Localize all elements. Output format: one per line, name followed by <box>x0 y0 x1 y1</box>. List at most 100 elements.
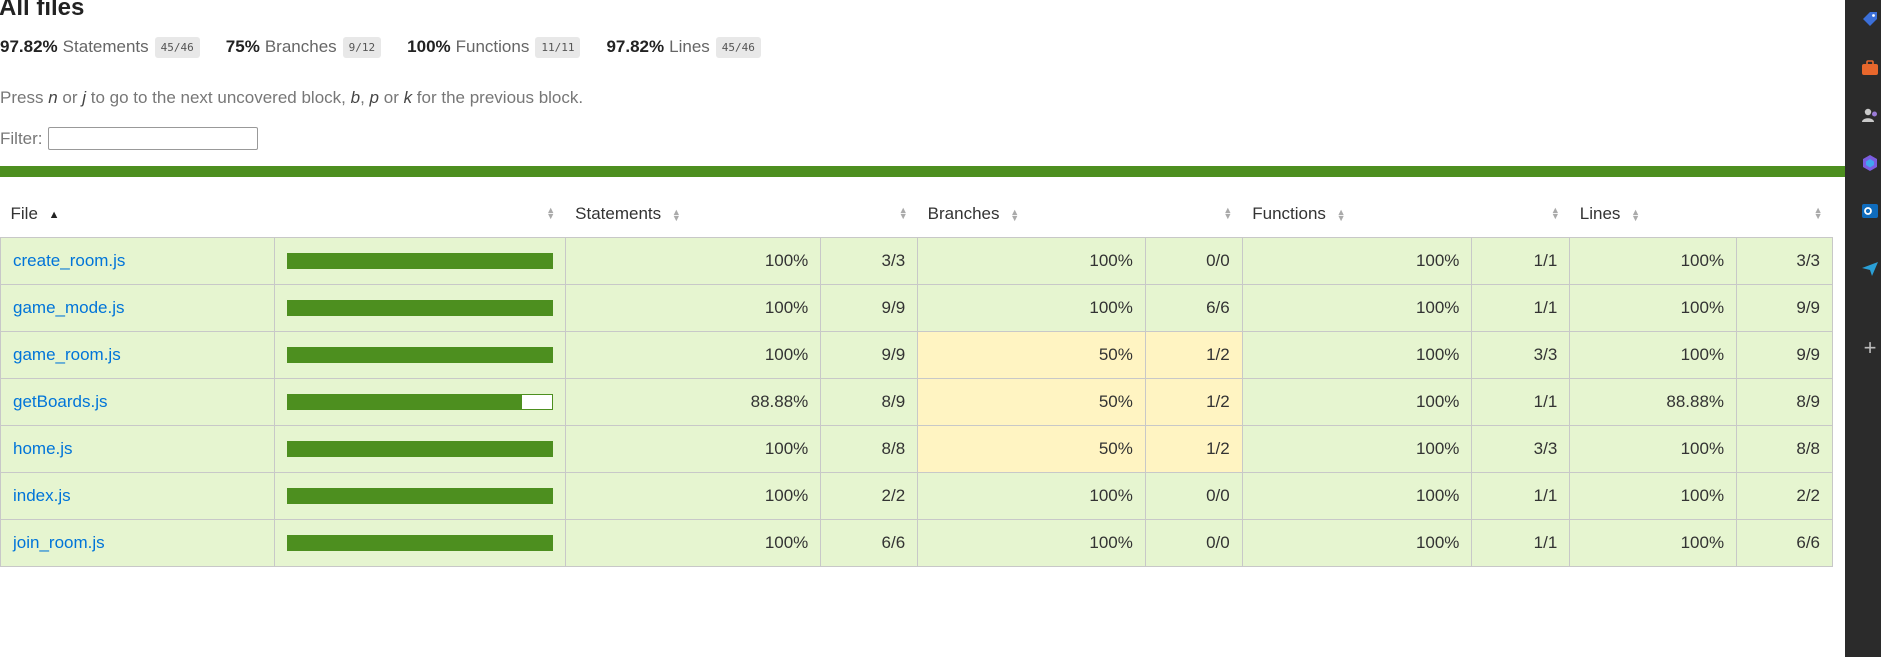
header-branches-frac[interactable]: ▲ ▼ <box>1145 191 1243 238</box>
branches-pct: 100% <box>917 519 1146 567</box>
file-link[interactable]: join_room.js <box>13 533 105 552</box>
statements-pct: 100% <box>564 519 822 567</box>
filter-label: Filter: <box>0 128 43 148</box>
file-cell: join_room.js <box>0 519 275 567</box>
statements-pct: 100% <box>564 425 822 473</box>
summary-fraction: 9/12 <box>342 36 382 58</box>
file-link[interactable]: getBoards.js <box>13 392 108 411</box>
statements-fraction: 9/9 <box>820 331 919 379</box>
branches-fraction: 6/6 <box>1144 284 1243 332</box>
lines-pct: 100% <box>1569 331 1738 379</box>
functions-pct: 100% <box>1241 284 1473 332</box>
table-row: game_mode.js 100% 9/9 100% 6/6 100% 1/1 100% 9/9 <box>0 284 1833 332</box>
hint-key: n <box>48 88 58 107</box>
summary-statements: 97.82% Statements 45/46 <box>0 36 200 58</box>
sort-icon: ▲ ▼ <box>546 205 556 221</box>
header-label: Functions <box>1252 204 1326 223</box>
branches-pct: 100% <box>917 284 1146 332</box>
functions-fraction: 3/3 <box>1471 331 1571 379</box>
sort-icon: ▲ ▼ <box>671 206 681 223</box>
coverage-bar <box>286 441 553 457</box>
file-cell: home.js <box>0 425 275 473</box>
copilot-icon[interactable] <box>1859 152 1881 174</box>
statements-pct: 88.88% <box>564 378 822 426</box>
hint-text: or <box>57 88 83 107</box>
file-link[interactable]: game_mode.js <box>13 298 125 317</box>
file-link[interactable]: game_room.js <box>13 345 121 364</box>
file-cell: create_room.js <box>0 237 275 285</box>
branches-fraction: 0/0 <box>1144 472 1243 520</box>
summary-pct: 75% <box>225 37 260 56</box>
sort-asc-icon: ▲ <box>48 208 60 221</box>
functions-fraction: 1/1 <box>1471 237 1571 285</box>
functions-pct: 100% <box>1241 237 1473 285</box>
lines-pct: 100% <box>1569 425 1738 473</box>
outlook-icon[interactable] <box>1859 200 1881 222</box>
header-file-bar[interactable]: ▲ ▼ <box>274 191 566 238</box>
branches-fraction: 1/2 <box>1144 331 1243 379</box>
branches-pct: 50% <box>917 378 1146 426</box>
sort-icon: ▲ ▼ <box>1550 205 1560 221</box>
header-label: Lines <box>1579 204 1621 223</box>
coverage-bar-fill <box>287 348 552 362</box>
file-cell: game_room.js <box>0 331 275 379</box>
functions-pct: 100% <box>1241 425 1473 473</box>
branches-pct: 50% <box>917 331 1146 379</box>
filter-input[interactable] <box>47 127 258 150</box>
coverage-report: All files 97.82% Statements 45/46 75% Br… <box>0 0 1845 657</box>
summary-pct: 97.82% <box>606 37 665 56</box>
hint-key: p <box>369 88 380 107</box>
file-link[interactable]: home.js <box>13 439 73 458</box>
coverage-bar-fill <box>287 536 552 550</box>
functions-pct: 100% <box>1241 472 1473 520</box>
lines-pct: 100% <box>1569 237 1738 285</box>
summary-label: Lines <box>669 37 710 56</box>
coverage-status-bar <box>0 166 1845 177</box>
lines-fraction: 3/3 <box>1736 237 1833 285</box>
lines-fraction: 6/6 <box>1736 519 1833 567</box>
table-row: join_room.js 100% 6/6 100% 0/0 100% 1/1 100% 6/6 <box>0 519 1833 567</box>
lines-pct: 88.88% <box>1569 378 1738 426</box>
header-label: File <box>10 204 38 223</box>
header-lines[interactable]: Lines ▲ ▼ <box>1569 191 1737 238</box>
lines-fraction: 9/9 <box>1736 331 1833 379</box>
lines-fraction: 2/2 <box>1736 472 1833 520</box>
file-link[interactable]: create_room.js <box>13 251 125 270</box>
file-cell: game_mode.js <box>0 284 275 332</box>
hint-text: or <box>379 88 404 107</box>
header-functions-frac[interactable]: ▲ ▼ <box>1471 191 1570 238</box>
header-file[interactable]: File ▲ <box>0 191 275 238</box>
table-row: home.js 100% 8/8 50% 1/2 100% 3/3 100% 8/8 <box>0 425 1833 473</box>
header-functions[interactable]: Functions ▲ ▼ <box>1242 191 1472 238</box>
header-branches[interactable]: Branches ▲ ▼ <box>917 191 1146 238</box>
table-row: create_room.js 100% 3/3 100% 0/0 100% 1/1 100% 3… <box>0 237 1833 285</box>
send-icon[interactable] <box>1859 258 1881 280</box>
coverage-bar <box>286 488 553 504</box>
hint-key: k <box>403 88 413 107</box>
functions-fraction: 1/1 <box>1471 519 1571 567</box>
statements-fraction: 8/8 <box>820 425 919 473</box>
statements-pct: 100% <box>564 284 822 332</box>
people-icon[interactable] <box>1859 104 1881 126</box>
summary-lines: 97.82% Lines 45/46 <box>606 36 761 58</box>
summary-fraction: 45/46 <box>154 36 200 58</box>
lines-fraction: 8/8 <box>1736 425 1833 473</box>
plus-icon[interactable]: + <box>1859 337 1881 359</box>
table-row: getBoards.js 88.88% 8/9 50% 1/2 100% 1/1 88.88%… <box>0 378 1833 426</box>
file-link[interactable]: index.js <box>13 486 71 505</box>
coverage-bar <box>286 300 553 316</box>
statements-fraction: 3/3 <box>820 237 919 285</box>
header-lines-frac[interactable]: ▲ ▼ <box>1736 191 1833 238</box>
briefcase-icon[interactable] <box>1859 57 1881 79</box>
functions-pct: 100% <box>1241 331 1473 379</box>
functions-pct: 100% <box>1241 378 1473 426</box>
sort-icon: ▲ ▼ <box>1010 206 1020 223</box>
coverage-table: File ▲ ▲ ▼ Statements ▲ ▼ ▲ ▼ Branches ▲ ▼ <box>0 191 1833 567</box>
sort-icon: ▲ ▼ <box>1336 206 1346 223</box>
header-statements-frac[interactable]: ▲ ▼ <box>820 191 918 238</box>
branches-pct: 100% <box>917 472 1146 520</box>
statements-fraction: 8/9 <box>820 378 919 426</box>
tag-icon[interactable] <box>1859 8 1881 30</box>
coverage-bar-cell <box>273 237 566 285</box>
header-statements[interactable]: Statements ▲ ▼ <box>565 191 821 238</box>
